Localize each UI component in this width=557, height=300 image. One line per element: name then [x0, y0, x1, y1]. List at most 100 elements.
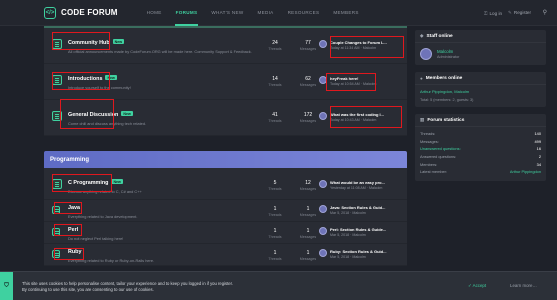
forum-title[interactable]: Perl	[68, 227, 78, 233]
nav-whats-new[interactable]: WHAT'S NEW	[204, 0, 250, 26]
forum-list-top: Community Hub New All official announceme…	[44, 26, 407, 136]
site-name: CODE FORUM	[61, 8, 118, 17]
members-online-list[interactable]: Arthur Pippingdon, Malcolm	[420, 89, 541, 94]
staff-icon: ◆	[420, 33, 424, 38]
staff-role: Administrator	[437, 55, 460, 59]
staff-name[interactable]: Malcolm	[437, 49, 459, 54]
forum-description: Do not neglect Perl talking here!	[68, 236, 124, 241]
members-online-block: ● Members online Arthur Pippingdon, Malco…	[415, 72, 546, 107]
top-navigation-bar: </> CODE FORUM HOME FORUMS WHAT'S NEW ME…	[0, 0, 557, 26]
staff-online-block: ◆ Staff online Malcolm Administrator	[415, 30, 546, 65]
register-link[interactable]: ✎ Register	[508, 10, 531, 16]
forum-description: Come chill and discuss anything tech rel…	[68, 120, 147, 126]
learn-more-link[interactable]: Learn more…	[510, 283, 537, 288]
stats-icon: ▥	[420, 117, 425, 122]
last-post-title[interactable]: Ruby: Section Rules & Guid...	[330, 249, 406, 254]
forum-title[interactable]: General Discussion	[68, 112, 118, 118]
forum-statistics-title: Forum statistics	[427, 117, 465, 123]
main-nav: HOME FORUMS WHAT'S NEW MEDIA RESOURCES M…	[140, 0, 366, 26]
avatar[interactable]	[319, 205, 327, 213]
last-post-title[interactable]: What would be an easy pro...	[330, 180, 406, 185]
forum-icon	[52, 250, 60, 258]
avatar[interactable]	[319, 227, 327, 235]
threads-stat: 1 Threads	[268, 250, 282, 261]
users-icon: ●	[420, 75, 423, 81]
threads-stat: 1 Threads	[268, 206, 282, 217]
forum-icon	[52, 206, 60, 214]
new-badge: New	[111, 179, 123, 184]
category-header-programming[interactable]: Programming	[44, 151, 407, 168]
login-link[interactable]: ⚿ Log in	[484, 11, 502, 16]
site-logo[interactable]: </> CODE FORUM	[44, 6, 118, 19]
last-post-title[interactable]: What was the first coding l...	[330, 112, 406, 117]
forum-row[interactable]: Community Hub New All official announceme…	[44, 28, 407, 64]
forum-icon	[52, 111, 62, 121]
forum-description: Everything related to Java development.	[68, 214, 138, 219]
last-post-title[interactable]: Perl: Section Rules & Guide...	[330, 227, 406, 232]
forum-row[interactable]: C Programming New Discuss anything relate…	[44, 168, 407, 200]
search-icon[interactable]: ⚲	[543, 9, 547, 16]
avatar[interactable]	[319, 180, 327, 188]
stat-row[interactable]: Latest member: Arthur Pippingdon	[420, 168, 541, 176]
forum-title[interactable]: Ruby	[68, 249, 81, 255]
cookie-notice: ⛉ This site uses cookies to help persona…	[0, 271, 557, 300]
avatar[interactable]	[420, 48, 432, 60]
forum-icon	[52, 179, 62, 189]
last-post-meta: Yesterday at 11:08 AM · Malcolm	[330, 186, 383, 190]
key-icon: ⚿	[484, 10, 488, 16]
stat-row: Members: 34	[420, 161, 541, 167]
forum-statistics-block: ▥ Forum statistics Threads: 140 Messages: 4…	[415, 114, 546, 181]
forum-icon	[52, 228, 60, 236]
forum-row[interactable]: Ruby Everything related to Ruby or Ruby-…	[44, 244, 407, 266]
last-post-meta: Today at 10:54 AM · Malcolm	[330, 82, 377, 86]
last-post-title[interactable]: Couple Changes to Forum L...	[330, 40, 406, 45]
forum-description: Everything related to Ruby or Ruby-on-Ra…	[68, 258, 155, 263]
forum-description: All official announcements made by CodeF…	[68, 48, 252, 54]
avatar[interactable]	[319, 40, 327, 48]
nav-home[interactable]: HOME	[140, 0, 169, 26]
forum-title[interactable]: Introductions	[68, 76, 102, 82]
avatar[interactable]	[319, 249, 327, 257]
threads-stat: 41 Threads	[268, 112, 282, 123]
accept-cookies-button[interactable]: ✓ Accept	[468, 283, 486, 289]
staff-online-title: Staff online	[426, 33, 453, 39]
forum-row[interactable]: Perl Do not neglect Perl talking here! 1…	[44, 222, 407, 244]
stat-row: Threads: 140	[420, 131, 541, 137]
last-post-meta: Mar 5, 2018 · Malcolm	[330, 255, 366, 259]
stat-row: Answered questions: 2	[420, 154, 541, 160]
stat-row[interactable]: Unanswered questions: 16	[420, 145, 541, 153]
cookie-text-line2: By continuing to use this site, you are …	[22, 287, 154, 292]
new-badge: New	[121, 111, 133, 116]
forum-icon	[52, 75, 62, 85]
new-badge: New	[112, 39, 125, 44]
nav-members[interactable]: MEMBERS	[326, 0, 365, 26]
last-post-meta: Today at 11:34 AM · Malcolm	[330, 46, 377, 50]
members-online-total: Total: 5 (members: 2, guests: 3)	[420, 98, 474, 102]
forum-row[interactable]: General Discussion New Come chill and dis…	[44, 100, 407, 136]
sidebar: ◆ Staff online Malcolm Administrator ● Mem…	[415, 30, 546, 188]
nav-forums[interactable]: FORUMS	[169, 0, 205, 26]
forum-main: Community Hub New All official announceme…	[44, 26, 407, 266]
avatar[interactable]	[319, 76, 327, 84]
avatar[interactable]	[319, 112, 327, 120]
forum-title[interactable]: Community Hub	[68, 40, 110, 46]
last-post-title[interactable]: heyFreak here!	[330, 76, 406, 81]
forum-title[interactable]: C Programming	[68, 180, 108, 186]
threads-stat: 14 Threads	[268, 76, 282, 87]
code-brackets-icon: </>	[44, 6, 56, 19]
last-post-title[interactable]: Java: Section Rules & Guid...	[330, 205, 406, 210]
register-icon: ✎	[508, 10, 512, 15]
nav-resources[interactable]: RESOURCES	[281, 0, 327, 26]
forum-row[interactable]: Introductions New Introduce yourself to t…	[44, 64, 407, 100]
shield-icon: ⛉	[0, 272, 13, 300]
threads-stat: 1 Threads	[268, 228, 282, 239]
nav-media[interactable]: MEDIA	[251, 0, 281, 26]
forum-list-programming: C Programming New Discuss anything relate…	[44, 168, 407, 266]
forum-row[interactable]: Java Everything related to Java developm…	[44, 200, 407, 222]
last-post-meta: Mar 5, 2018 · Malcolm	[330, 233, 366, 237]
members-online-title[interactable]: Members online	[426, 76, 463, 81]
forum-description: Introduce yourself to the community!	[68, 84, 131, 90]
new-badge: New	[105, 75, 117, 80]
forum-title[interactable]: Java	[68, 205, 80, 211]
threads-stat: 5 Threads	[268, 180, 282, 191]
